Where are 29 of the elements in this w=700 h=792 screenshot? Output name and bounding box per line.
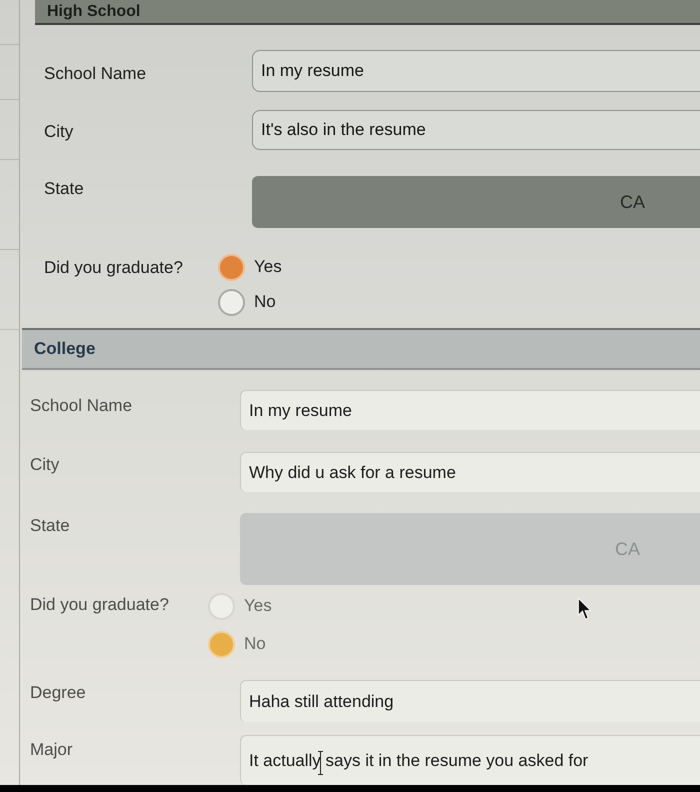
- radio-label: No: [244, 633, 266, 656]
- field-label: School Name: [30, 396, 132, 415]
- text-field[interactable]: In my resume: [240, 390, 700, 430]
- field-label: State: [30, 516, 70, 535]
- radio-button[interactable]: [208, 630, 235, 658]
- section-header: College: [22, 328, 700, 370]
- field-label: School Name: [44, 64, 146, 83]
- text-field[interactable]: In my resume: [252, 50, 700, 92]
- radio-label: Yes: [254, 256, 282, 278]
- field-label: Major: [30, 740, 73, 759]
- radio-label: Yes: [244, 595, 272, 618]
- field-label: City: [30, 455, 60, 474]
- radio-button[interactable]: [218, 254, 245, 280]
- text-cursor-icon: [318, 751, 323, 775]
- text-field[interactable]: It actually says it in the resume you asked for: [240, 735, 700, 785]
- radio-button[interactable]: [218, 288, 245, 316]
- field-label: State: [44, 179, 84, 198]
- field-label: Did you graduate?: [44, 258, 183, 277]
- field-label: City: [44, 122, 74, 141]
- field-label: Did you graduate?: [30, 595, 169, 614]
- field-label: Degree: [30, 683, 86, 702]
- text-field[interactable]: Why did u ask for a resume: [240, 452, 700, 492]
- section-header: High School: [35, 0, 700, 25]
- radio-button[interactable]: [208, 592, 235, 620]
- text-field[interactable]: It's also in the resume: [252, 110, 700, 150]
- state-dropdown[interactable]: CA: [252, 176, 700, 228]
- radio-label: No: [254, 291, 276, 314]
- text-field[interactable]: Haha still attending: [240, 680, 700, 722]
- mouse-pointer-icon: [578, 598, 591, 620]
